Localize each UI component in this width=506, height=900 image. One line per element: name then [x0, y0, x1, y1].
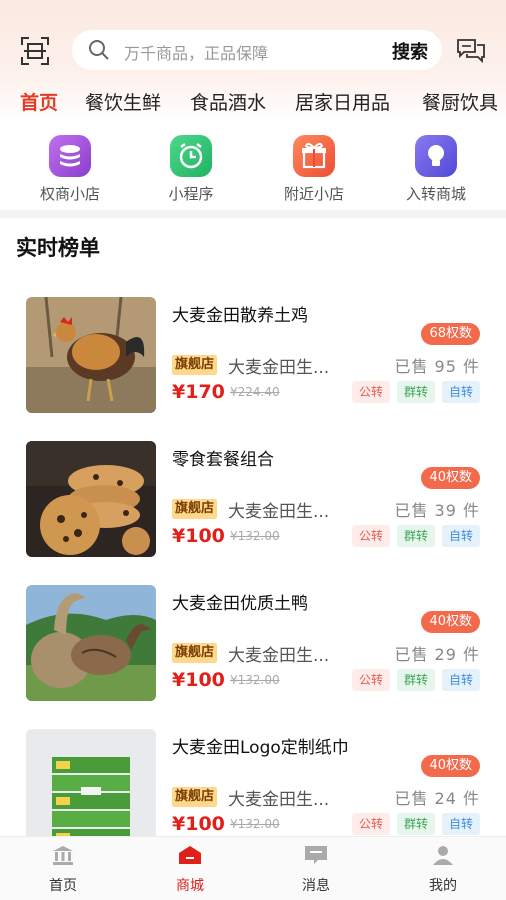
product-price: ¥170 — [172, 381, 225, 403]
gift-icon — [293, 135, 335, 177]
sold-count: 已售 29 件 — [394, 645, 480, 664]
tag-public-transfer: 公转 — [351, 381, 390, 403]
category-tab-fresh[interactable]: 餐饮生鲜 — [85, 88, 161, 115]
original-price: ¥132.00 — [230, 673, 280, 687]
chat-icon[interactable] — [455, 34, 487, 66]
product-name: 大麦金田Logo定制纸巾 — [172, 738, 349, 758]
message-icon — [305, 846, 327, 864]
quick-entry-miniapp[interactable]: 小程序 — [141, 135, 241, 205]
product-item[interactable]: 大麦金田散养土鸡 68权数 旗舰店 大麦金田生... 已售 95 件 ¥170 … — [0, 297, 506, 427]
category-tab-household[interactable]: 居家日用品 — [295, 88, 390, 115]
shop-icon — [179, 846, 201, 864]
tab-messages[interactable]: 消息 — [276, 845, 356, 895]
tab-profile[interactable]: 我的 — [403, 845, 483, 895]
quick-entry-store[interactable]: 权商小店 — [20, 135, 120, 205]
original-price: ¥224.40 — [230, 385, 280, 399]
scan-icon[interactable] — [20, 36, 50, 66]
sold-count: 已售 39 件 — [394, 501, 480, 520]
flagship-badge: 旗舰店 — [172, 355, 218, 375]
tag-public-transfer: 公转 — [351, 669, 390, 691]
bottom-tab-bar: 首页 商城 消息 我的 — [0, 836, 506, 900]
tab-label: 首页 — [49, 878, 77, 894]
product-price: ¥100 — [172, 525, 225, 547]
product-price: ¥100 — [172, 669, 225, 691]
bank-icon — [53, 846, 73, 865]
tag-group-transfer: 群转 — [396, 813, 435, 835]
tab-home[interactable]: 首页 — [23, 845, 103, 895]
tag-group-transfer: 群转 — [396, 381, 435, 403]
quota-badge: 68权数 — [421, 323, 480, 345]
tag-group-transfer: 群转 — [396, 525, 435, 547]
flagship-badge: 旗舰店 — [172, 499, 218, 519]
category-tab-home[interactable]: 首页 — [20, 88, 58, 115]
product-item[interactable]: 大麦金田优质土鸭 40权数 旗舰店 大麦金田生... 已售 29 件 ¥100 … — [0, 585, 506, 715]
quick-entry-label: 小程序 — [168, 185, 214, 203]
product-image-tissue[interactable] — [26, 729, 156, 845]
section-divider — [0, 210, 506, 218]
tag-self-transfer: 自转 — [441, 525, 480, 547]
quick-entry-label: 入转商城 — [405, 185, 466, 203]
profile-icon — [433, 846, 453, 865]
flagship-badge: 旗舰店 — [172, 787, 218, 807]
tag-self-transfer: 自转 — [441, 381, 480, 403]
coin-stack-icon — [49, 135, 91, 177]
category-tab-food[interactable]: 食品酒水 — [190, 88, 266, 115]
tag-public-transfer: 公转 — [351, 813, 390, 835]
lightbulb-icon — [415, 135, 457, 177]
search-button[interactable]: 搜索 — [392, 38, 428, 64]
tag-group-transfer: 群转 — [396, 669, 435, 691]
tab-mall[interactable]: 商城 — [150, 845, 230, 895]
product-name: 大麦金田散养土鸡 — [172, 306, 308, 326]
search-input[interactable]: 万千商品，正品保障 — [124, 40, 268, 64]
shop-name: 大麦金田生... — [228, 358, 330, 378]
search-bar[interactable]: 万千商品，正品保障 搜索 — [72, 30, 442, 70]
quota-badge: 40权数 — [421, 611, 480, 633]
tag-self-transfer: 自转 — [441, 813, 480, 835]
tab-label: 消息 — [302, 878, 330, 894]
tab-label: 商城 — [176, 878, 204, 894]
sold-count: 已售 95 件 — [394, 357, 480, 376]
quota-badge: 40权数 — [421, 755, 480, 777]
sold-count: 已售 24 件 — [394, 789, 480, 808]
quick-entry-label: 附近小店 — [283, 185, 344, 203]
product-name: 零食套餐组合 — [172, 450, 274, 470]
shop-name: 大麦金田生... — [228, 790, 330, 810]
quick-entry-label: 权商小店 — [39, 185, 100, 203]
product-image-duck[interactable] — [26, 585, 156, 701]
section-title: 实时榜单 — [16, 236, 100, 260]
header: 万千商品，正品保障 搜索 首页 餐饮生鲜 食品酒水 居家日用品 餐厨饮具 — [0, 0, 506, 125]
original-price: ¥132.00 — [230, 529, 280, 543]
product-image-cookies[interactable] — [26, 441, 156, 557]
shop-name: 大麦金田生... — [228, 502, 330, 522]
tab-label: 我的 — [429, 878, 457, 894]
original-price: ¥132.00 — [230, 817, 280, 831]
tag-self-transfer: 自转 — [441, 669, 480, 691]
product-price: ¥100 — [172, 813, 225, 835]
flagship-badge: 旗舰店 — [172, 643, 218, 663]
tag-public-transfer: 公转 — [351, 525, 390, 547]
search-icon — [89, 40, 109, 60]
category-nav: 首页 餐饮生鲜 食品酒水 居家日用品 餐厨饮具 — [0, 88, 506, 118]
quota-badge: 40权数 — [421, 467, 480, 489]
alarm-clock-icon — [170, 135, 212, 177]
quick-entry-mall[interactable]: 入转商城 — [386, 135, 486, 205]
shop-name: 大麦金田生... — [228, 646, 330, 666]
category-tab-kitchen[interactable]: 餐厨饮具 — [422, 88, 498, 115]
product-item[interactable]: 零食套餐组合 40权数 旗舰店 大麦金田生... 已售 39 件 ¥100 ¥1… — [0, 441, 506, 571]
product-name: 大麦金田优质土鸭 — [172, 594, 308, 614]
product-image-chicken[interactable] — [26, 297, 156, 413]
quick-entry-nearby[interactable]: 附近小店 — [264, 135, 364, 205]
